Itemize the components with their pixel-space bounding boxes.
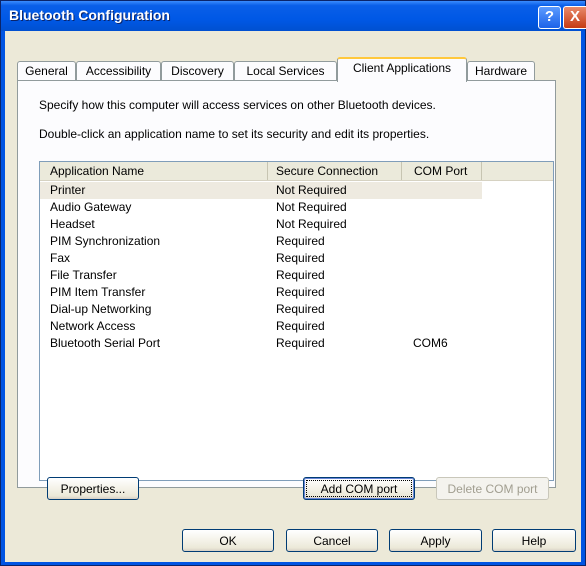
list-rows: Printer Not Required Audio Gateway Not R… <box>40 182 553 352</box>
title-bar[interactable]: Bluetooth Configuration ? X <box>1 1 586 31</box>
tab-general[interactable]: General <box>17 61 76 81</box>
secure-connection: Not Required <box>276 200 347 214</box>
column-header-application-name[interactable]: Application Name <box>40 162 268 180</box>
application-name: Bluetooth Serial Port <box>50 336 161 350</box>
description-text-1: Specify how this computer will access se… <box>39 98 436 112</box>
secure-connection: Required <box>276 302 325 316</box>
tab-accessibility[interactable]: Accessibility <box>76 61 161 81</box>
list-item[interactable]: Audio Gateway Not Required <box>40 199 553 216</box>
com-port: COM6 <box>413 336 448 350</box>
cancel-button[interactable]: Cancel <box>286 529 378 552</box>
application-name: Fax <box>50 251 71 265</box>
list-item[interactable]: Fax Required <box>40 250 553 267</box>
help-button[interactable]: Help <box>492 529 576 552</box>
secure-connection: Required <box>276 319 325 333</box>
list-item[interactable]: Printer Not Required <box>40 182 482 199</box>
application-name: File Transfer <box>50 268 117 282</box>
application-name: Network Access <box>50 319 136 333</box>
secure-connection: Not Required <box>276 217 347 231</box>
help-title-button[interactable]: ? <box>538 6 561 29</box>
bluetooth-configuration-window: Bluetooth Configuration ? X General Acce… <box>0 0 586 566</box>
description-text-2: Double-click an application name to set … <box>39 127 430 141</box>
add-com-port-button[interactable]: Add COM port <box>303 477 415 500</box>
secure-connection: Required <box>276 285 325 299</box>
application-name: Headset <box>50 217 95 231</box>
list-header: Application Name Secure Connection COM P… <box>40 162 553 181</box>
ok-button[interactable]: OK <box>182 529 274 552</box>
secure-connection: Required <box>276 251 325 265</box>
secure-connection: Required <box>276 234 325 248</box>
list-item[interactable]: Bluetooth Serial Port Required COM6 <box>40 335 553 352</box>
delete-com-port-button[interactable]: Delete COM port <box>436 477 549 500</box>
application-name: Audio Gateway <box>50 200 132 214</box>
question-mark-icon: ? <box>544 8 555 25</box>
list-item[interactable]: PIM Item Transfer Required <box>40 284 553 301</box>
list-item[interactable]: Headset Not Required <box>40 216 553 233</box>
client-applications-list[interactable]: Application Name Secure Connection COM P… <box>39 161 554 481</box>
dialog-body: General Accessibility Discovery Local Se… <box>5 31 581 562</box>
tab-discovery[interactable]: Discovery <box>161 61 234 81</box>
secure-connection: Not Required <box>276 183 347 197</box>
close-icon: X <box>569 8 580 25</box>
column-header-com-port[interactable]: COM Port <box>402 162 482 180</box>
apply-button[interactable]: Apply <box>389 529 482 552</box>
application-name: Printer <box>50 183 86 197</box>
window-title: Bluetooth Configuration <box>9 7 170 23</box>
tab-hardware[interactable]: Hardware <box>467 61 535 81</box>
tab-local-services[interactable]: Local Services <box>234 61 337 81</box>
properties-button[interactable]: Properties... <box>47 477 139 500</box>
tab-client-applications[interactable]: Client Applications <box>337 57 467 82</box>
application-name: PIM Item Transfer <box>50 285 146 299</box>
close-title-button[interactable]: X <box>563 6 586 29</box>
list-item[interactable]: PIM Synchronization Required <box>40 233 553 250</box>
secure-connection: Required <box>276 268 325 282</box>
application-name: PIM Synchronization <box>50 234 161 248</box>
list-item[interactable]: Network Access Required <box>40 318 553 335</box>
application-name: Dial-up Networking <box>50 302 152 316</box>
secure-connection: Required <box>276 336 325 350</box>
list-item[interactable]: File Transfer Required <box>40 267 553 284</box>
list-item[interactable]: Dial-up Networking Required <box>40 301 553 318</box>
column-header-secure-connection[interactable]: Secure Connection <box>268 162 402 180</box>
